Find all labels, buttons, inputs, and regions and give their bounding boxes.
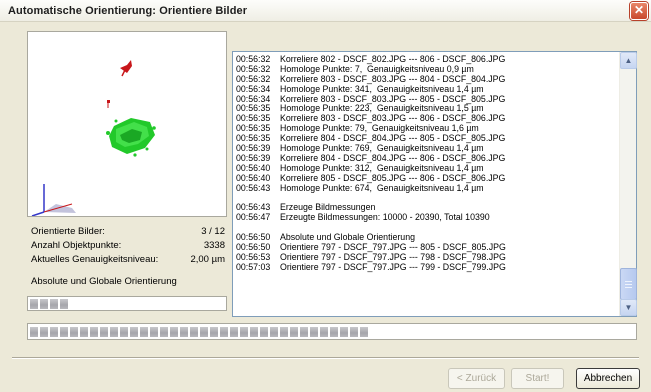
scroll-up-button[interactable]: ▲ (620, 52, 637, 69)
log-message: Absolute und Globale Orientierung (280, 232, 415, 243)
progress-segment (140, 327, 148, 337)
progress-segment (350, 327, 358, 337)
log-message: Korreliere 803 - DSCF_803.JPG --- 806 - … (280, 113, 506, 124)
progress-segment (230, 327, 238, 337)
progress-segment (90, 327, 98, 337)
progress-segment (360, 327, 368, 337)
stat-label: Anzahl Objektpunkte: (31, 240, 122, 251)
progress-segment (260, 327, 268, 337)
camera-marker (120, 60, 132, 77)
progress-segment (60, 299, 68, 309)
log-message: Homologe Punkte: 674, Genauigkeitsniveau… (280, 182, 484, 193)
stat-label: Aktuelles Genauigkeitsniveau: (31, 254, 159, 265)
log-message: Homologe Punkte: 769, Genauigkeitsniveau… (280, 143, 484, 154)
log-message: Erzeuge Bildmessungen (280, 202, 376, 213)
progress-segment (200, 327, 208, 337)
stat-value: 2,00 µm (190, 254, 225, 265)
title-bar: Automatische Orientierung: Orientiere Bi… (0, 0, 651, 22)
progress-segment (220, 327, 228, 337)
log-message: Korreliere 804 - DSCF_804.JPG --- 805 - … (280, 133, 506, 144)
log-entry: 00:56:47 Erzeugte Bildmessungen: 10000 - … (236, 212, 616, 223)
progress-segment (30, 327, 38, 337)
log-message: Orientiere 797 - DSCF_797.JPG --- 799 - … (280, 261, 506, 272)
overall-progress-bar (27, 323, 637, 340)
progress-segment (30, 299, 38, 309)
progress-segment (40, 299, 48, 309)
scroll-down-button[interactable]: ▼ (620, 299, 637, 316)
window-title: Automatische Orientierung: Orientiere Bi… (8, 5, 248, 17)
log-message: Homologe Punkte: 223, Genauigkeitsniveau… (280, 103, 484, 114)
progress-segment (130, 327, 138, 337)
progress-segment (170, 327, 178, 337)
progress-segment (160, 327, 168, 337)
scroll-grip (625, 287, 632, 288)
stat-row-oriented-images: Orientierte Bilder: 3 / 12 (31, 226, 227, 238)
log-message: Korreliere 805 - DSCF_805.JPG --- 806 - … (280, 172, 506, 183)
progress-segment (300, 327, 308, 337)
scroll-thumb[interactable] (620, 268, 637, 300)
stage-label: Absolute und Globale Orientierung (31, 276, 177, 287)
progress-segment (40, 327, 48, 337)
stat-label: Orientierte Bilder: (31, 226, 105, 237)
log-message: Erzeugte Bildmessungen: 10000 - 20390, T… (280, 212, 490, 223)
log-message: Korreliere 804 - DSCF_804.JPG --- 806 - … (280, 152, 506, 163)
progress-segment (310, 327, 318, 337)
log-message: Homologe Punkte: 341, Genauigkeitsniveau… (280, 83, 484, 94)
log-time: 00:56:43 (236, 182, 271, 193)
progress-segment (150, 327, 158, 337)
log-entry: 00:56:43 Homologe Punkte: 674, Genauigkei… (236, 182, 616, 194)
progress-segment (100, 327, 108, 337)
progress-segment (50, 299, 58, 309)
scroll-grip (625, 281, 632, 282)
point-cloud (106, 118, 156, 157)
log-message: Homologe Punkte: 79, Genauigkeitsniveau … (280, 123, 479, 134)
log-entry: 00:57:03 Orientiere 797 - DSCF_797.JPG --… (236, 261, 616, 273)
log-message: Orientiere 797 - DSCF_797.JPG --- 798 - … (280, 251, 506, 262)
log-message: Korreliere 802 - DSCF_802.JPG --- 806 - … (280, 54, 506, 64)
back-button[interactable]: < Zurück (448, 368, 505, 389)
log-scrollbar[interactable]: ▲ ▼ (619, 52, 637, 316)
progress-segment (340, 327, 348, 337)
progress-segment (120, 327, 128, 337)
point-cloud-view (31, 60, 156, 217)
log-lines: 00:56:32 Korreliere 802 - DSCF_802.JPG --… (236, 54, 616, 273)
progress-segment (320, 327, 328, 337)
log-listbox[interactable]: 00:56:32 Korreliere 802 - DSCF_802.JPG --… (232, 51, 637, 317)
log-message: Korreliere 803 - DSCF_803.JPG --- 805 - … (280, 93, 506, 104)
orientation-preview[interactable] (27, 31, 227, 217)
progress-segment (60, 327, 68, 337)
progress-segment (270, 327, 278, 337)
progress-segment (70, 327, 78, 337)
progress-segment (210, 327, 218, 337)
stage-progress-bar (27, 296, 227, 311)
stat-value: 3338 (203, 240, 225, 251)
close-button[interactable]: ✕ (630, 2, 648, 20)
camera-marker (107, 100, 110, 108)
scroll-grip (625, 284, 632, 285)
progress-segment (280, 327, 288, 337)
stat-row-accuracy: Aktuelles Genauigkeitsniveau: 2,00 µm (31, 254, 227, 266)
log-message: Korreliere 803 - DSCF_803.JPG --- 804 - … (280, 73, 506, 84)
cancel-button[interactable]: Abbrechen (576, 368, 640, 389)
progress-segment (180, 327, 188, 337)
progress-segment (50, 327, 58, 337)
start-button[interactable]: Start! (511, 368, 564, 389)
log-time: 00:57:03 (236, 261, 271, 272)
progress-segment (110, 327, 118, 337)
progress-segment (250, 327, 258, 337)
progress-segment (290, 327, 298, 337)
progress-segment (330, 327, 338, 337)
progress-segment (190, 327, 198, 337)
progress-segment (80, 327, 88, 337)
log-message: Orientiere 797 - DSCF_797.JPG --- 805 - … (280, 241, 506, 252)
divider (12, 357, 639, 359)
stat-value: 3 / 12 (201, 226, 225, 237)
progress-segment (240, 327, 248, 337)
log-time: 00:56:47 (236, 212, 271, 223)
log-message: Homologe Punkte: 312, Genauigkeitsniveau… (280, 162, 484, 173)
log-message: Homologe Punkte: 7, Genauigkeitsniveau 0… (280, 63, 474, 74)
stat-row-object-points: Anzahl Objektpunkte: 3338 (31, 240, 227, 252)
axis-gizmo (31, 184, 76, 217)
